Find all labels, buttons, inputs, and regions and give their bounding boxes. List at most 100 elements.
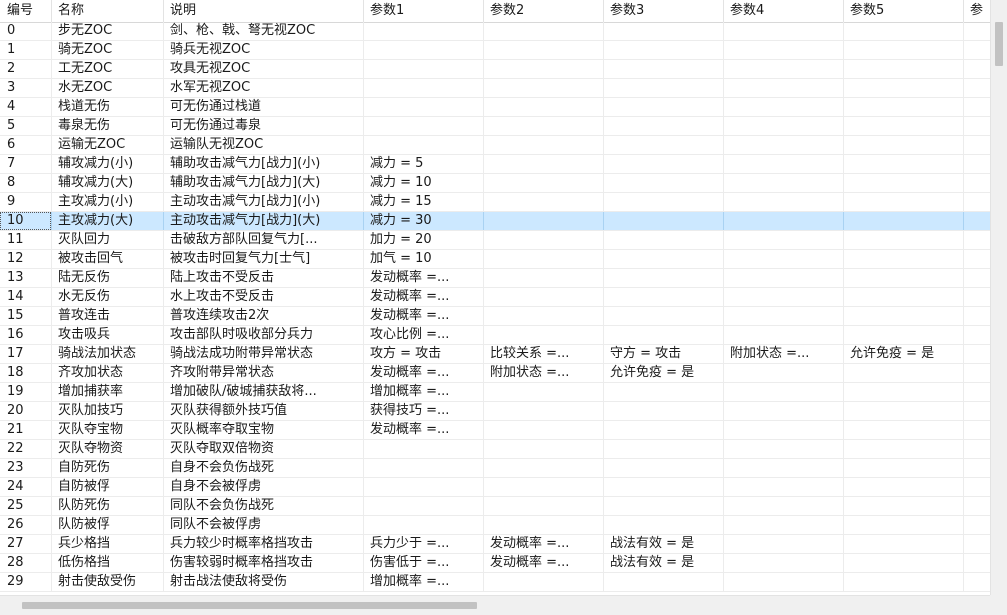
- cell-param1: 伤害低于 =...: [364, 554, 484, 572]
- table-row[interactable]: 26 队防被俘 同队不会被俘虏: [0, 516, 990, 535]
- table-row[interactable]: 12 被攻击回气 被攻击时回复气力[士气] 加气 = 10: [0, 250, 990, 269]
- cell-param1: 攻心比例 =...: [364, 326, 484, 344]
- cell-param2: 发动概率 =...: [484, 554, 604, 572]
- table-header: 编号 名称 说明 参数1 参数2 参数3 参数4 参数5 参: [0, 0, 990, 23]
- vertical-scrollbar[interactable]: [990, 0, 1007, 595]
- table-row[interactable]: 4 栈道无伤 可无伤通过栈道: [0, 98, 990, 117]
- table-row[interactable]: 16 攻击吸兵 攻击部队时吸收部分兵力 攻心比例 =...: [0, 326, 990, 345]
- cell-param4: [724, 288, 844, 306]
- table-row[interactable]: 27 兵少格挡 兵力较少时概率格挡攻击 兵力少于 =... 发动概率 =... 战法有效 …: [0, 535, 990, 554]
- cell-param4: [724, 535, 844, 553]
- cell-param1: 发动概率 =...: [364, 307, 484, 325]
- table-row[interactable]: 22 灭队夺物资 灭队夺取双倍物资: [0, 440, 990, 459]
- cell-param1: [364, 136, 484, 154]
- cell-id: 12: [0, 250, 52, 268]
- cell-param2: [484, 117, 604, 135]
- cell-description: 击破敌方部队回复气力[...: [164, 231, 364, 249]
- cell-id: 11: [0, 231, 52, 249]
- column-header-id[interactable]: 编号: [0, 0, 52, 22]
- table-row[interactable]: 10 主攻减力(大) 主动攻击减气力[战力](大) 减力 = 30: [0, 212, 990, 231]
- table-row[interactable]: 24 自防被俘 自身不会被俘虏: [0, 478, 990, 497]
- cell-param2: [484, 326, 604, 344]
- cell-name: 陆无反伤: [52, 269, 164, 287]
- cell-name: 被攻击回气: [52, 250, 164, 268]
- cell-id: 2: [0, 60, 52, 78]
- table-row[interactable]: 3 水无ZOC 水军无视ZOC: [0, 79, 990, 98]
- cell-param1: [364, 497, 484, 515]
- cell-param1: 减力 = 5: [364, 155, 484, 173]
- table-row[interactable]: 29 射击使敌受伤 射击战法使敌将受伤 增加概率 =...: [0, 573, 990, 592]
- table-row[interactable]: 11 灭队回力 击破敌方部队回复气力[... 加力 = 20: [0, 231, 990, 250]
- skill-table[interactable]: 编号 名称 说明 参数1 参数2 参数3 参数4 参数5 参 0 步无ZOC 剑、枪…: [0, 0, 990, 595]
- column-header-param6-partial[interactable]: 参: [964, 0, 990, 22]
- cell-param2: [484, 136, 604, 154]
- cell-param4: [724, 573, 844, 591]
- table-row[interactable]: 15 普攻连击 普攻连续攻击2次 发动概率 =...: [0, 307, 990, 326]
- column-header-param3[interactable]: 参数3: [604, 0, 724, 22]
- table-row[interactable]: 28 低伤格挡 伤害较弱时概率格挡攻击 伤害低于 =... 发动概率 =... 战法有效 …: [0, 554, 990, 573]
- cell-param3: [604, 250, 724, 268]
- cell-param4: [724, 440, 844, 458]
- cell-param1: 加力 = 20: [364, 231, 484, 249]
- cell-param2: [484, 60, 604, 78]
- cell-param2: 比较关系 =...: [484, 345, 604, 363]
- cell-param3: [604, 497, 724, 515]
- table-row[interactable]: 5 毒泉无伤 可无伤通过毒泉: [0, 117, 990, 136]
- cell-id: 20: [0, 402, 52, 420]
- vertical-scroll-thumb[interactable]: [995, 22, 1003, 66]
- cell-param4: [724, 60, 844, 78]
- cell-param5: [844, 383, 964, 401]
- cell-param5: [844, 250, 964, 268]
- column-header-name[interactable]: 名称: [52, 0, 164, 22]
- table-row[interactable]: 0 步无ZOC 剑、枪、戟、弩无视ZOC: [0, 22, 990, 41]
- column-header-param1[interactable]: 参数1: [364, 0, 484, 22]
- table-row[interactable]: 18 齐攻加状态 齐攻附带异常状态 发动概率 =... 附加状态 =... 允许免疫 = …: [0, 364, 990, 383]
- cell-id: 23: [0, 459, 52, 477]
- cell-description: 灭队概率夺取宝物: [164, 421, 364, 439]
- cell-param5: [844, 421, 964, 439]
- table-row[interactable]: 7 辅攻减力(小) 辅助攻击减气力[战力](小) 减力 = 5: [0, 155, 990, 174]
- table-row[interactable]: 23 自防死伤 自身不会负伤战死: [0, 459, 990, 478]
- horizontal-scrollbar[interactable]: [0, 595, 990, 615]
- cell-param2: [484, 497, 604, 515]
- cell-param3: [604, 326, 724, 344]
- table-row[interactable]: 19 增加捕获率 增加破队/破城捕获敌将... 增加概率 =...: [0, 383, 990, 402]
- cell-name: 灭队加技巧: [52, 402, 164, 420]
- column-header-description[interactable]: 说明: [164, 0, 364, 22]
- cell-param5: [844, 174, 964, 192]
- table-row[interactable]: 14 水无反伤 水上攻击不受反击 发动概率 =...: [0, 288, 990, 307]
- column-header-param2[interactable]: 参数2: [484, 0, 604, 22]
- column-header-param5[interactable]: 参数5: [844, 0, 964, 22]
- cell-param3: [604, 155, 724, 173]
- cell-id: 24: [0, 478, 52, 496]
- table-row[interactable]: 20 灭队加技巧 灭队获得额外技巧值 获得技巧 =...: [0, 402, 990, 421]
- table-row[interactable]: 2 工无ZOC 攻具无视ZOC: [0, 60, 990, 79]
- cell-name: 栈道无伤: [52, 98, 164, 116]
- cell-param5: [844, 117, 964, 135]
- table-row[interactable]: 13 陆无反伤 陆上攻击不受反击 发动概率 =...: [0, 269, 990, 288]
- column-header-param4[interactable]: 参数4: [724, 0, 844, 22]
- cell-id: 26: [0, 516, 52, 534]
- cell-param2: [484, 155, 604, 173]
- cell-param1: 兵力少于 =...: [364, 535, 484, 553]
- cell-param2: [484, 440, 604, 458]
- table-row[interactable]: 8 辅攻减力(大) 辅助攻击减气力[战力](大) 减力 = 10: [0, 174, 990, 193]
- cell-param4: [724, 155, 844, 173]
- cell-id: 17: [0, 345, 52, 363]
- cell-param4: [724, 193, 844, 211]
- table-row[interactable]: 6 运输无ZOC 运输队无视ZOC: [0, 136, 990, 155]
- table-row[interactable]: 17 骑战法加状态 骑战法成功附带异常状态 攻方 = 攻击 比较关系 =... 守方 = …: [0, 345, 990, 364]
- horizontal-scroll-thumb[interactable]: [22, 602, 477, 609]
- cell-param1: 减力 = 15: [364, 193, 484, 211]
- table-row[interactable]: 1 骑无ZOC 骑兵无视ZOC: [0, 41, 990, 60]
- cell-description: 兵力较少时概率格挡攻击: [164, 535, 364, 553]
- cell-param1: 发动概率 =...: [364, 364, 484, 382]
- table-row[interactable]: 21 灭队夺宝物 灭队概率夺取宝物 发动概率 =...: [0, 421, 990, 440]
- cell-name: 骑战法加状态: [52, 345, 164, 363]
- table-row[interactable]: 9 主攻减力(小) 主动攻击减气力[战力](小) 减力 = 15: [0, 193, 990, 212]
- table-row[interactable]: 25 队防死伤 同队不会负伤战死: [0, 497, 990, 516]
- cell-param1: 发动概率 =...: [364, 421, 484, 439]
- cell-id: 10: [0, 212, 52, 230]
- cell-id: 4: [0, 98, 52, 116]
- cell-param5: [844, 516, 964, 534]
